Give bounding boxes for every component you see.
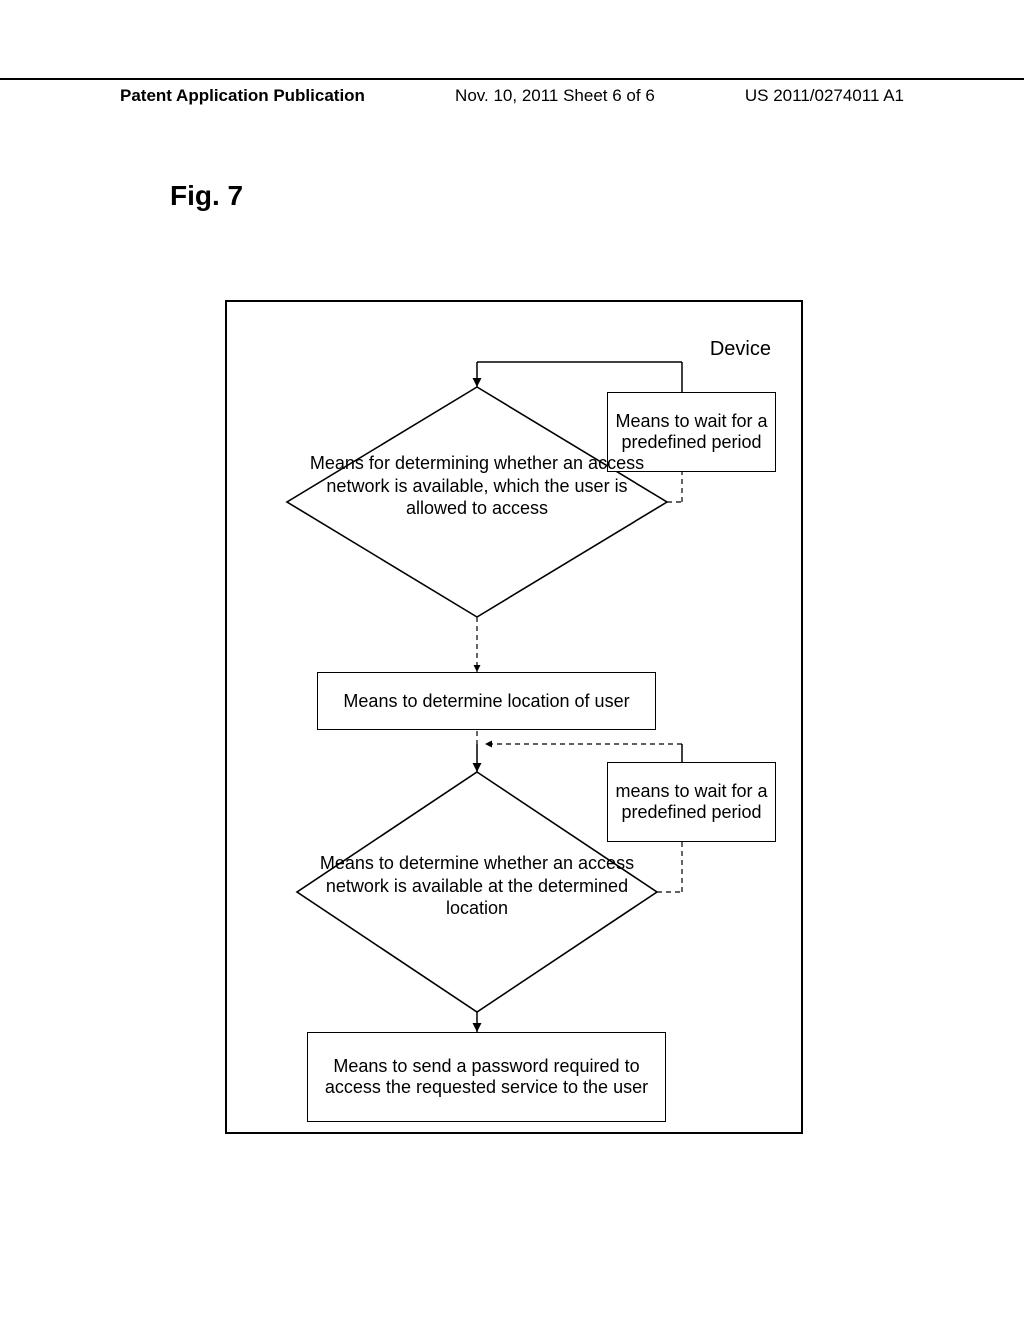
decision-1-text: Means for determining whether an access …	[297, 452, 657, 520]
location-box: Means to determine location of user	[317, 672, 656, 730]
figure-label: Fig. 7	[170, 180, 243, 212]
device-label: Device	[710, 338, 771, 361]
decision-2-text: Means to determine whether an access net…	[297, 852, 657, 920]
page-header: Patent Application Publication Nov. 10, …	[0, 78, 1024, 106]
send-box: Means to send a password required to acc…	[307, 1032, 666, 1122]
header-center: Nov. 10, 2011 Sheet 6 of 6	[455, 86, 655, 106]
wait-box-2: means to wait for a predefined period	[607, 762, 776, 842]
header-left: Patent Application Publication	[120, 86, 365, 106]
diagram-container: Device Means to wait for a predefined pe…	[225, 300, 803, 1134]
wait-box-1: Means to wait for a predefined period	[607, 392, 776, 472]
header-right: US 2011/0274011 A1	[745, 86, 904, 106]
